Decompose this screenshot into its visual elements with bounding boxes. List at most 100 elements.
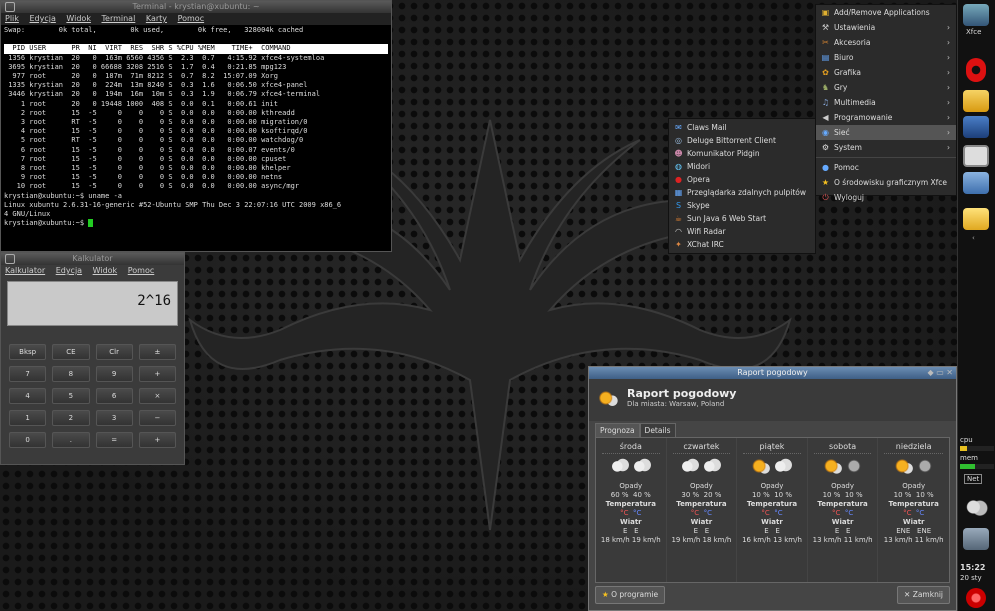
calc-menu-widok[interactable]: Widok — [93, 266, 118, 275]
app-menu-label: System — [834, 143, 862, 152]
calc-key[interactable]: 4 — [9, 388, 47, 404]
help-icon: ● — [822, 163, 829, 172]
top-rows: 1356 krystian 20 0 163m 6560 4356 S 2.3 … — [4, 54, 388, 192]
window-icon[interactable] — [963, 116, 989, 138]
menu-karty[interactable]: Karty — [146, 14, 167, 23]
weather-titlebar[interactable]: Raport pogodowy ◆ ▭ ✕ — [589, 367, 956, 379]
app-menu-item-logout[interactable]: ⏻ Wyloguj — [816, 190, 956, 205]
xfce-mouse-icon[interactable] — [963, 4, 989, 26]
calc-key[interactable]: 3 — [95, 410, 133, 426]
terminal-window[interactable]: Terminal - krystian@xubuntu: ~ Plik Edyc… — [0, 0, 392, 252]
app-menu-item-tools[interactable]: ✂ Akcesoria › — [816, 35, 956, 50]
clock-time[interactable]: 15:22 — [960, 563, 985, 572]
wind-label: Wiatr — [761, 518, 783, 526]
submenu-item[interactable]: ◠ Wifi Radar — [669, 225, 815, 238]
calc-key[interactable]: 1 — [9, 410, 47, 426]
submenu-item[interactable]: ● Opera — [669, 173, 815, 186]
chevron-left-icon[interactable]: ‹ — [972, 234, 975, 242]
app-menu-item-system[interactable]: ⚙ System › — [816, 140, 956, 155]
precip-day: 30 % — [681, 491, 700, 499]
tab-prognoza[interactable]: Prognoza — [595, 423, 640, 437]
dev-icon: ◀ — [822, 113, 829, 122]
calc-key[interactable]: CE — [52, 344, 90, 360]
terminal-titlebar[interactable]: Terminal - krystian@xubuntu: ~ — [1, 1, 391, 13]
menu-widok[interactable]: Widok — [66, 14, 91, 23]
mail-icon[interactable] — [963, 90, 989, 112]
app-icon: ◎ — [675, 136, 682, 145]
power-icon[interactable] — [966, 588, 986, 608]
app-menu-item-net[interactable]: ◉ Sieć › — [816, 125, 956, 140]
calc-key[interactable]: 9 — [95, 366, 133, 382]
office-icon: ▤ — [821, 53, 830, 62]
app-menu-item-help[interactable]: ● Pomoc — [816, 160, 956, 175]
calc-key[interactable]: 6 — [95, 388, 133, 404]
calculator-window[interactable]: Kalkulator Kalkulator Edycja Widok Pomoc… — [0, 252, 185, 465]
wind-speed-night: 19 km/h — [631, 536, 661, 544]
calculator-titlebar[interactable]: Kalkulator — [1, 253, 184, 265]
calc-key[interactable]: 7 — [9, 366, 47, 382]
folder-icon[interactable] — [963, 172, 989, 194]
calc-key[interactable]: 2 — [52, 410, 90, 426]
precip-day: 10 % — [893, 491, 912, 499]
calc-key[interactable]: = — [95, 432, 133, 448]
star-icon: ★ — [602, 590, 609, 599]
window-controls[interactable]: ◆ ▭ ✕ — [928, 367, 954, 379]
opera-icon[interactable] — [966, 58, 986, 82]
terminal-launcher-icon[interactable] — [963, 145, 989, 167]
submenu-item[interactable]: ✦ XChat IRC — [669, 238, 815, 251]
calc-menu-kalkulator[interactable]: Kalkulator — [5, 266, 45, 275]
calc-key[interactable]: 5 — [52, 388, 90, 404]
weather-logo-icon — [597, 389, 619, 407]
tab-details[interactable]: Details — [639, 423, 676, 437]
process-row: 1 root 20 0 19448 1000 408 S 0.0 0.1 0:0… — [4, 99, 278, 108]
calc-key[interactable]: − — [138, 410, 176, 426]
cmd-line: krystian@xubuntu:~$ uname -a — [4, 191, 123, 200]
about-button[interactable]: ★ O programie — [595, 586, 666, 604]
calc-key[interactable]: ± — [138, 344, 176, 360]
app-menu-item-graphics[interactable]: ✿ Grafika › — [816, 65, 956, 80]
weather-window[interactable]: Raport pogodowy ◆ ▭ ✕ Raport pogodowy Dl… — [588, 366, 957, 611]
calc-key[interactable]: 0 — [9, 432, 47, 448]
calc-key[interactable]: × — [138, 388, 176, 404]
calc-menu-edycja[interactable]: Edycja — [56, 266, 82, 275]
process-row: 4 root 15 -5 0 0 0 S 0.0 0.0 0:00.00 kso… — [4, 127, 308, 136]
precip-label: Opady — [760, 482, 784, 490]
forecast-day: piątek Opady 10 % 10 % Temperatura °C °C Wiat… — [737, 438, 808, 582]
calc-key[interactable]: + — [138, 432, 176, 448]
app-menu-item-media[interactable]: ♫ Multimedia › — [816, 95, 956, 110]
app-menu-item-add[interactable]: ▣ Add/Remove Applications — [816, 5, 956, 20]
app-menu-item-office[interactable]: ▤ Biuro › — [816, 50, 956, 65]
menu-terminal[interactable]: Terminal — [102, 14, 136, 23]
submenu-item[interactable]: ☕ Sun Java 6 Web Start — [669, 212, 815, 225]
calc-key[interactable]: . — [52, 432, 90, 448]
calc-menu-pomoc[interactable]: Pomoc — [128, 266, 155, 275]
submenu-item[interactable]: ☻ Komunikator Pidgin — [669, 147, 815, 160]
calc-key[interactable]: 8 — [52, 366, 90, 382]
submenu-item[interactable]: ◎ Deluge Bittorrent Client — [669, 134, 815, 147]
mixer-icon[interactable] — [963, 528, 989, 550]
submenu-item[interactable]: ◍ Midori — [669, 160, 815, 173]
app-menu-item-wrench[interactable]: ⚒ Ustawienia › — [816, 20, 956, 35]
notes-icon[interactable] — [963, 208, 989, 230]
app-menu-item-games[interactable]: ♞ Gry › — [816, 80, 956, 95]
app-menu-item-dev[interactable]: ◀ Programowanie › — [816, 110, 956, 125]
menu-plik[interactable]: Plik — [5, 14, 19, 23]
app-icon: ▦ — [674, 188, 683, 197]
temp-min: °C — [633, 509, 642, 517]
app-menu-item-star[interactable]: ★ O środowisku graficznym Xfce — [816, 175, 956, 190]
submenu-item[interactable]: S Skype — [669, 199, 815, 212]
close-button[interactable]: ✕ Zamknij — [897, 586, 950, 604]
clock-date[interactable]: 20 sty — [960, 574, 982, 582]
calc-key[interactable]: Clr — [95, 344, 133, 360]
submenu-label: Sun Java 6 Web Start — [687, 214, 767, 223]
calc-key[interactable]: Bksp — [9, 344, 47, 360]
mem-label: mem — [960, 454, 978, 462]
submenu-item[interactable]: ✉ Claws Mail — [669, 121, 815, 134]
terminal-icon — [5, 2, 15, 12]
terminal-output[interactable]: Swap: 0k total, 0k used, 0k free, 328004… — [1, 25, 391, 229]
calc-key[interactable]: + — [138, 366, 176, 382]
weather-panel-icon[interactable] — [963, 496, 989, 518]
menu-edycja[interactable]: Edycja — [29, 14, 55, 23]
submenu-item[interactable]: ▦ Przeglądarka zdalnych pulpitów — [669, 186, 815, 199]
menu-pomoc[interactable]: Pomoc — [178, 14, 205, 23]
